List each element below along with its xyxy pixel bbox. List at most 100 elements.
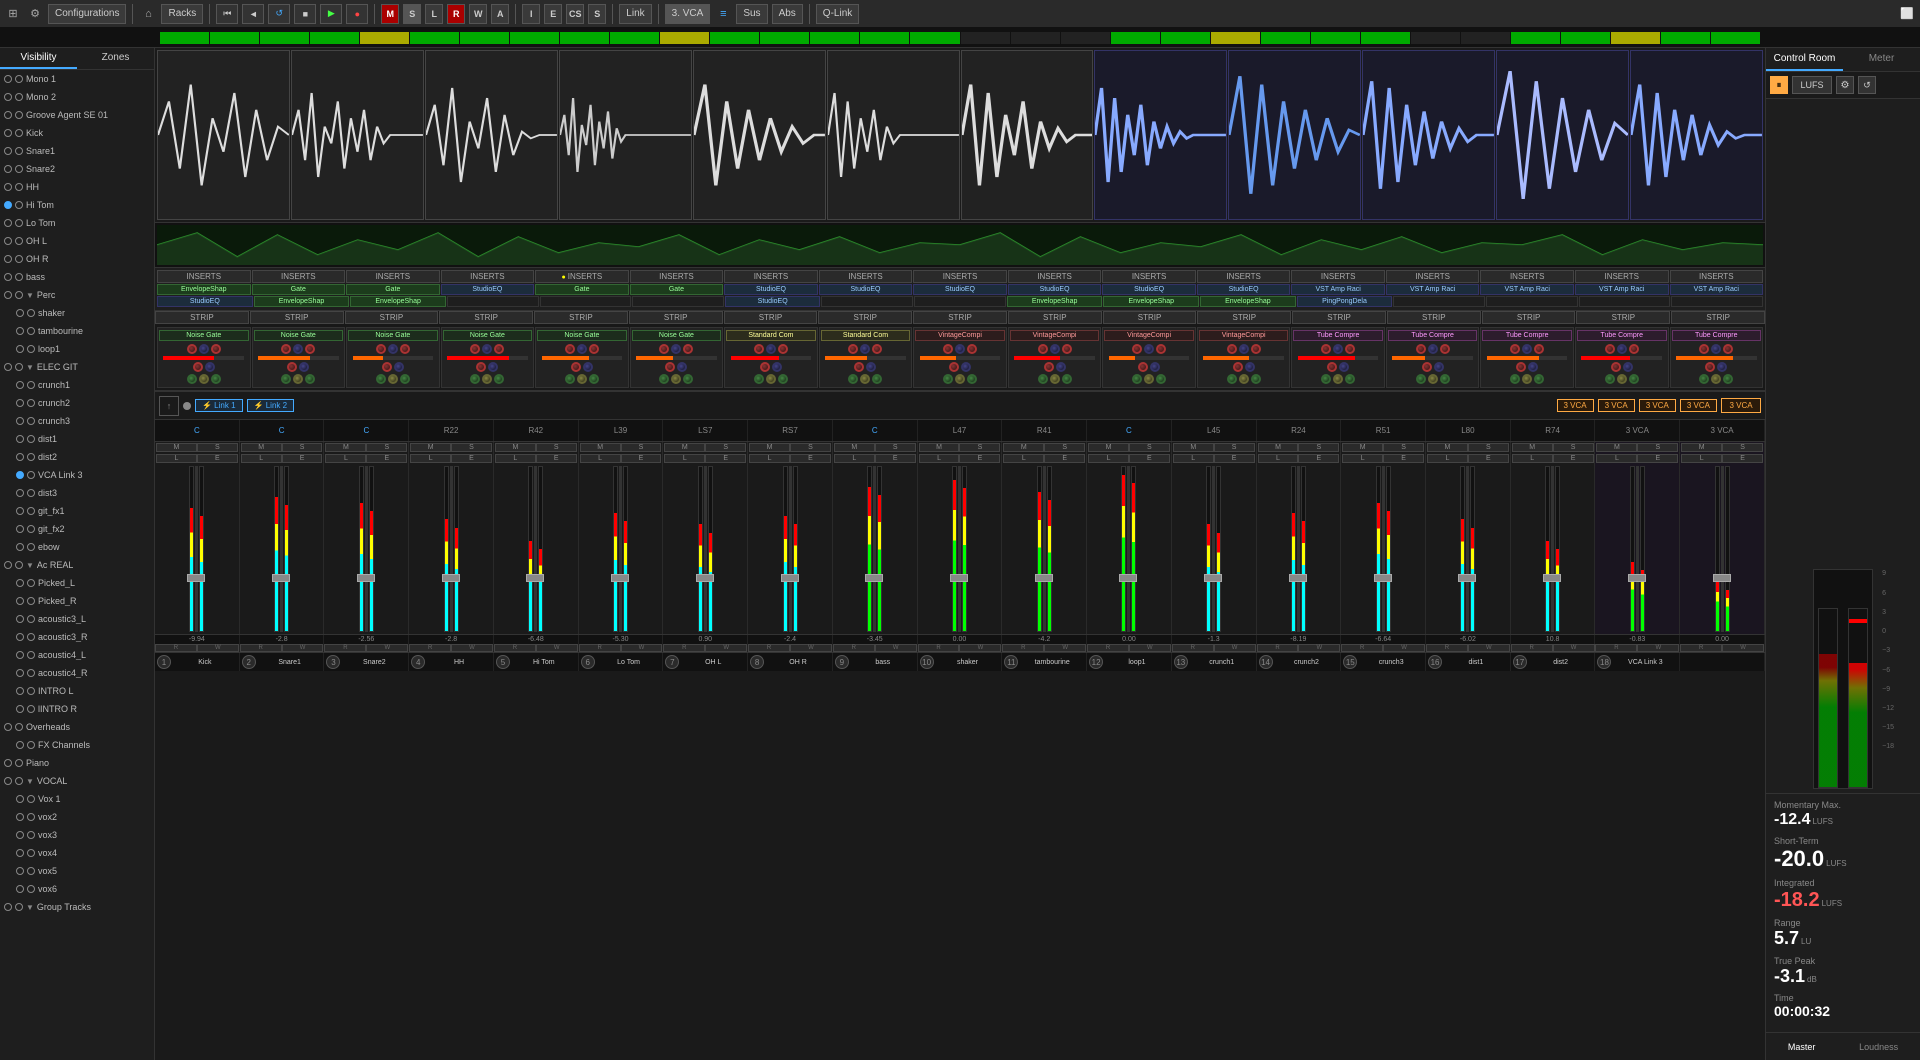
strip-plugin-name[interactable]: VintageCompi [1104, 330, 1194, 341]
rw-W-8[interactable]: W [875, 644, 917, 652]
knob[interactable] [943, 374, 953, 384]
knob[interactable] [305, 374, 315, 384]
link-btn-5[interactable]: L [580, 454, 621, 463]
fader-handle-1[interactable] [272, 574, 290, 582]
eq-btn-10[interactable]: E [1044, 454, 1085, 463]
mute-btn-6[interactable]: M [664, 443, 705, 452]
knob[interactable] [1510, 344, 1520, 354]
fader-handle-14[interactable] [1374, 574, 1392, 582]
solo-btn-2[interactable]: S [366, 443, 407, 452]
eq-btn-13[interactable]: E [1298, 454, 1339, 463]
link-btn-11[interactable]: L [1088, 454, 1129, 463]
rw-W-5[interactable]: W [621, 644, 663, 652]
knob[interactable] [1516, 362, 1526, 372]
knob[interactable] [1440, 374, 1450, 384]
strip-plugin-name[interactable]: VintageCompi [915, 330, 1005, 341]
rw-W-4[interactable]: W [536, 644, 578, 652]
insert-plugin-9[interactable]: StudioEQ [1008, 284, 1102, 295]
track-item-Picked_R[interactable]: Picked_R [0, 592, 154, 610]
track-item-Kick[interactable]: Kick [0, 124, 154, 142]
vca-icon[interactable]: ≡ [714, 5, 732, 23]
home-icon[interactable]: ⌂ [139, 5, 157, 23]
eq-btn-6[interactable]: E [705, 454, 746, 463]
rw-W-15[interactable]: W [1468, 644, 1510, 652]
knob[interactable] [589, 344, 599, 354]
track-item-Vox_1[interactable]: Vox 1 [0, 790, 154, 808]
rw-W-3[interactable]: W [451, 644, 493, 652]
knob[interactable] [1227, 374, 1237, 384]
mode-s-btn[interactable]: S [403, 4, 421, 24]
sus-btn[interactable]: Sus [736, 4, 767, 24]
knob[interactable] [1138, 362, 1148, 372]
track-item-OH_L[interactable]: OH L [0, 232, 154, 250]
knob[interactable] [187, 374, 197, 384]
insert-plugin-12[interactable]: VST Amp Raci [1291, 284, 1385, 295]
knob[interactable] [199, 374, 209, 384]
track-item-VCA_Link_3[interactable]: VCA Link 3 [0, 466, 154, 484]
vca-main-btn[interactable]: 3 VCA [1721, 398, 1761, 413]
mute-btn-2[interactable]: M [325, 443, 366, 452]
track-item-git_fx2[interactable]: git_fx2 [0, 520, 154, 538]
knob[interactable] [281, 344, 291, 354]
fader-handle-11[interactable] [1119, 574, 1137, 582]
knob[interactable] [1251, 374, 1261, 384]
knob[interactable] [494, 374, 504, 384]
insert-plugin-7[interactable]: StudioEQ [819, 284, 913, 295]
track-item-crunch2[interactable]: crunch2 [0, 394, 154, 412]
knob[interactable] [1245, 362, 1255, 372]
knob[interactable] [967, 344, 977, 354]
knob[interactable] [760, 362, 770, 372]
back-btn[interactable]: ◄ [242, 4, 264, 24]
rw-R-6[interactable]: R [663, 644, 705, 652]
eq-btn-2[interactable]: E [366, 454, 407, 463]
maximize-icon[interactable]: ⬜ [1898, 5, 1916, 23]
meter-tab[interactable]: Meter [1843, 48, 1920, 71]
rw-W-9[interactable]: W [959, 644, 1001, 652]
knob[interactable] [665, 362, 675, 372]
solo-btn-15[interactable]: S [1468, 443, 1509, 452]
vca4-btn[interactable]: 3 VCA [1680, 399, 1717, 412]
track-item-Perc[interactable]: ▼Perc [0, 286, 154, 304]
knob[interactable] [778, 344, 788, 354]
rw-W-11[interactable]: W [1129, 644, 1171, 652]
knob[interactable] [1062, 344, 1072, 354]
eq-btn-1[interactable]: E [282, 454, 323, 463]
knob[interactable] [305, 344, 315, 354]
link-btn-7[interactable]: L [749, 454, 790, 463]
rw-R-18[interactable]: R [1680, 644, 1722, 652]
knob[interactable] [400, 344, 410, 354]
knob[interactable] [299, 362, 309, 372]
rw-R-0[interactable]: R [155, 644, 197, 652]
master-tab[interactable]: Master [1788, 1042, 1816, 1052]
knob[interactable] [577, 374, 587, 384]
fader-handle-2[interactable] [357, 574, 375, 582]
mute-btn-5[interactable]: M [580, 443, 621, 452]
track-item-Hi_Tom[interactable]: Hi Tom [0, 196, 154, 214]
knob[interactable] [1132, 344, 1142, 354]
control-room-tab[interactable]: Control Room [1766, 48, 1843, 71]
knob[interactable] [1050, 344, 1060, 354]
knob[interactable] [488, 362, 498, 372]
qlink-btn[interactable]: Q-Link [816, 4, 859, 24]
track-item-ebow[interactable]: ebow [0, 538, 154, 556]
knob[interactable] [287, 362, 297, 372]
knob[interactable] [1699, 344, 1709, 354]
mute-btn-1[interactable]: M [241, 443, 282, 452]
eq-btn-14[interactable]: E [1383, 454, 1424, 463]
knob[interactable] [1605, 344, 1615, 354]
rw-R-16[interactable]: R [1511, 644, 1553, 652]
track-item-FX_Channels[interactable]: FX Channels [0, 736, 154, 754]
knob[interactable] [955, 344, 965, 354]
rw-W-10[interactable]: W [1044, 644, 1086, 652]
knob[interactable] [860, 374, 870, 384]
knob[interactable] [1623, 362, 1633, 372]
track-item-dist2[interactable]: dist2 [0, 448, 154, 466]
knob[interactable] [848, 344, 858, 354]
loudness-tab[interactable]: Loudness [1859, 1042, 1898, 1052]
rw-R-15[interactable]: R [1426, 644, 1468, 652]
knob[interactable] [1333, 344, 1343, 354]
knob[interactable] [476, 362, 486, 372]
solo-btn-8[interactable]: S [875, 443, 916, 452]
knob[interactable] [494, 344, 504, 354]
link-btn-18[interactable]: L [1681, 454, 1722, 463]
